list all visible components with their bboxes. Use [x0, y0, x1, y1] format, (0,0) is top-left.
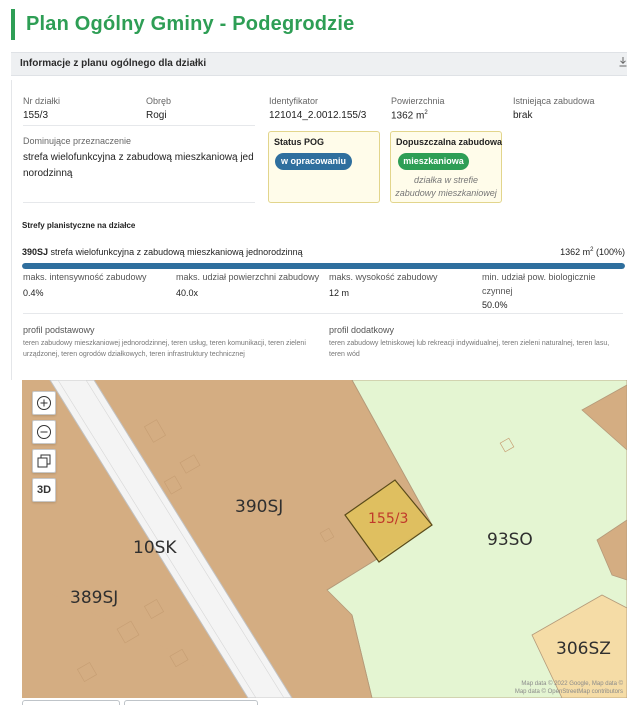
- zone-area: 1362 m2 (100%): [560, 247, 625, 257]
- zone-row: 390SJ strefa wielofunkcyjna z zabudową m…: [22, 247, 303, 257]
- layers-icon: [37, 454, 51, 468]
- basic-profile-text: teren zabudowy mieszkaniowej jednorodzin…: [23, 340, 306, 358]
- map-attribution-line2[interactable]: Map data © OpenStreetMap contributors: [515, 689, 623, 695]
- map-bottom-button[interactable]: [22, 700, 120, 705]
- metric-coverage-label: maks. udział powierzchni zabudowy: [176, 272, 320, 282]
- divider: [23, 313, 623, 314]
- area-number: 1362 m: [391, 110, 425, 122]
- zone-coverage-fill: [22, 263, 625, 269]
- zone-area-percent: (100%): [593, 247, 625, 257]
- extra-profile-text: teren zabudowy letniskowej lub rekreacji…: [329, 340, 610, 358]
- 3d-button[interactable]: 3D: [32, 478, 56, 502]
- map-label-selected-parcel: 155/3: [368, 511, 409, 527]
- zone-area-number: 1362 m: [560, 247, 591, 257]
- metric-height-value: 12 m: [329, 288, 350, 298]
- map-canvas[interactable]: [22, 380, 627, 698]
- dominant-use-value-line1: strefa wielofunkcyjna z zabudową mieszka…: [23, 152, 254, 163]
- app-header: Plan Ogólny Gminy - Podegrodzie: [0, 0, 627, 46]
- map-label-389sj: 389SJ: [70, 588, 119, 608]
- allowed-development-note-line1: działka w strefie: [413, 175, 479, 185]
- extra-profile-label: profil dodatkowy: [329, 325, 395, 335]
- section-title: Informacje z planu ogólnego dla działki: [20, 58, 207, 69]
- existing-buildings-label: Istniejąca zabudowa: [513, 96, 595, 106]
- map-label-306sz: 306SZ: [556, 639, 611, 659]
- map-label-93so: 93SO: [487, 530, 533, 550]
- layers-button[interactable]: [32, 449, 56, 473]
- parcel-number-label: Nr działki: [23, 96, 61, 106]
- map-view[interactable]: 3D 390SJ 10SK 389SJ 93SO 306SZ 155/3 Map…: [22, 380, 627, 698]
- page-title: Plan Ogólny Gminy - Podegrodzie: [26, 13, 355, 35]
- metric-intensity-label: maks. intensywność zabudowy: [23, 272, 147, 282]
- existing-buildings-value: brak: [513, 110, 533, 121]
- zones-title: Strefy planistyczne na działce: [22, 221, 136, 230]
- status-pog-box: Status POG w opracowaniu: [268, 131, 380, 203]
- zoom-in-button[interactable]: [32, 391, 56, 415]
- metric-height-label: maks. wysokość zabudowy: [329, 272, 438, 282]
- identifier-value: 121014_2.0012.155/3: [269, 110, 367, 121]
- area-unit-superscript: 2: [424, 110, 428, 116]
- section-header: Informacje z planu ogólnego dla działki: [11, 52, 627, 76]
- divider: [23, 202, 255, 203]
- header-accent-bar: [11, 9, 15, 40]
- basic-profile-label: profil podstawowy: [23, 325, 95, 335]
- allowed-development-badge: mieszkaniowa: [398, 153, 469, 170]
- metric-coverage-value: 40.0x: [176, 288, 199, 298]
- zone-description: strefa wielofunkcyjna z zabudową mieszka…: [48, 247, 303, 257]
- metric-intensity-value: 0.4%: [23, 288, 44, 298]
- map-label-10sk: 10SK: [133, 538, 177, 558]
- area-label: Powierzchnia: [391, 96, 445, 106]
- status-pog-title: Status POG: [274, 137, 325, 147]
- zone-code: 390SJ: [22, 247, 49, 257]
- metric-biological-label: min. udział pow. biologicznie czynnej: [482, 272, 596, 296]
- identifier-label: Identyfikator: [269, 96, 319, 106]
- zoom-out-icon: [37, 425, 51, 439]
- allowed-development-title: Dopuszczalna zabudowa: [396, 137, 503, 147]
- map-label-390sj: 390SJ: [235, 497, 284, 517]
- parcel-number-value: 155/3: [23, 110, 49, 121]
- precinct-value: Rogi: [146, 110, 167, 121]
- dominant-use-value-line2: norodzinną: [23, 168, 73, 179]
- map-bottom-button[interactable]: [124, 700, 258, 705]
- download-icon[interactable]: [619, 57, 627, 70]
- zoom-out-button[interactable]: [32, 420, 56, 444]
- divider: [23, 125, 255, 126]
- precinct-label: Obręb: [146, 96, 172, 106]
- metric-biological-value: 50.0%: [482, 300, 508, 310]
- allowed-development-note-line2: zabudowy mieszkaniowej: [395, 188, 497, 198]
- dominant-use-label: Dominujące przeznaczenie: [23, 136, 132, 146]
- zoom-in-icon: [37, 396, 51, 410]
- area-value: 1362 m2: [391, 110, 428, 121]
- zone-coverage-bar: [22, 263, 625, 269]
- status-pog-badge: w opracowaniu: [275, 153, 352, 170]
- map-attribution-line1: Map data © 2022 Google, Map data ©: [521, 681, 623, 687]
- allowed-development-box: Dopuszczalna zabudowa mieszkaniowa dział…: [390, 131, 502, 203]
